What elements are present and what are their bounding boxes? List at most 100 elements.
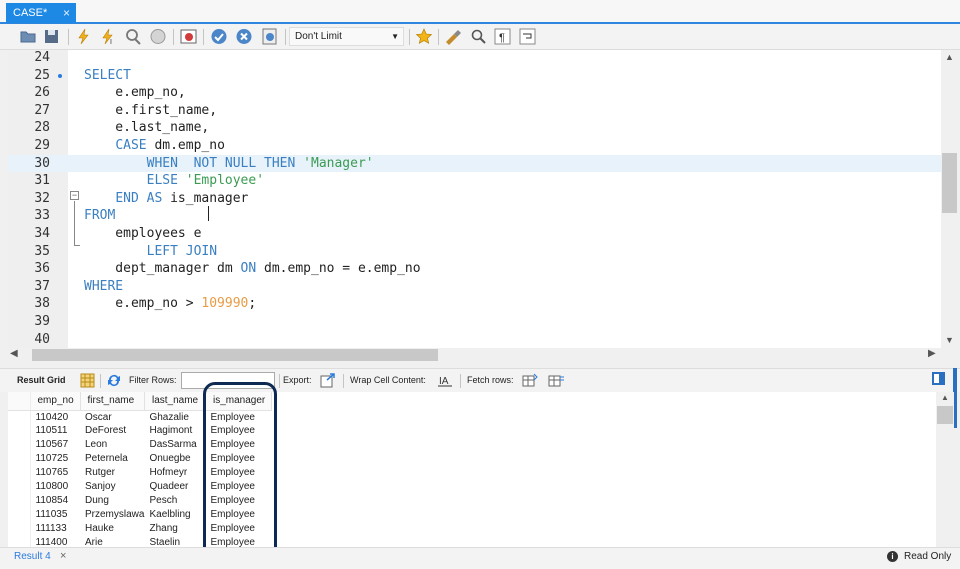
scroll-down-icon[interactable]: ▼ bbox=[945, 335, 954, 345]
side-panel-toggle-icon[interactable] bbox=[932, 372, 945, 385]
row-header[interactable] bbox=[8, 480, 31, 494]
table-cell[interactable]: 110765 bbox=[30, 466, 80, 480]
find-icon[interactable] bbox=[469, 28, 487, 45]
table-cell[interactable]: Onuegbe bbox=[144, 452, 205, 466]
code-line[interactable]: 30 WHEN NOT NULL THEN 'Manager' bbox=[8, 154, 941, 173]
code-line[interactable]: 31 ELSE 'Employee' bbox=[8, 172, 941, 190]
table-cell[interactable]: Dung bbox=[80, 494, 144, 508]
execute-current-icon[interactable]: I bbox=[99, 28, 117, 45]
code-line[interactable]: 38 e.emp_no > 109990; bbox=[8, 295, 941, 313]
scroll-left-icon[interactable]: ◀ bbox=[10, 348, 18, 359]
code-line[interactable]: 40 bbox=[8, 331, 941, 348]
fetch-next-icon[interactable] bbox=[522, 373, 538, 388]
row-header[interactable] bbox=[8, 521, 31, 536]
table-cell[interactable]: 110854 bbox=[30, 494, 80, 508]
column-header-emp-no[interactable]: emp_no bbox=[30, 392, 81, 411]
row-header[interactable] bbox=[8, 438, 31, 453]
result-grid[interactable]: emp_no first_name last_name is_manager 1104… bbox=[8, 392, 936, 547]
code-line[interactable]: 26 e.emp_no, bbox=[8, 84, 941, 102]
table-cell[interactable]: Kaelbling bbox=[144, 508, 205, 522]
table-cell[interactable]: Zhang bbox=[144, 522, 205, 536]
editor-vertical-scrollbar[interactable]: ▲ ▼ bbox=[941, 50, 958, 348]
table-cell[interactable]: Sanjoy bbox=[80, 480, 144, 494]
table-cell[interactable]: Leon bbox=[80, 438, 144, 452]
export-icon[interactable] bbox=[320, 373, 336, 388]
column-header-first-name[interactable]: first_name bbox=[80, 392, 145, 411]
tab-case[interactable]: CASE* × bbox=[6, 3, 76, 23]
table-cell[interactable]: Pesch bbox=[144, 494, 205, 508]
scroll-thumb[interactable] bbox=[937, 406, 953, 424]
save-icon[interactable] bbox=[43, 28, 61, 45]
table-cell[interactable]: 111035 bbox=[30, 508, 80, 522]
limit-rows-select[interactable]: Don't Limit ▼ bbox=[289, 27, 404, 46]
table-cell[interactable]: Hagimont bbox=[144, 424, 205, 438]
row-header[interactable] bbox=[8, 466, 31, 481]
scroll-up-icon[interactable]: ▲ bbox=[945, 52, 954, 62]
fetch-all-icon[interactable] bbox=[548, 373, 564, 388]
scroll-thumb[interactable] bbox=[32, 349, 438, 361]
toggle-output-icon[interactable] bbox=[180, 28, 198, 45]
code-line[interactable]: 24 bbox=[8, 50, 941, 67]
table-cell[interactable]: 110511 bbox=[30, 424, 80, 438]
beautify-brush-icon[interactable] bbox=[444, 28, 462, 45]
scroll-right-icon[interactable]: ▶ bbox=[928, 348, 936, 359]
wrap-lines-icon[interactable] bbox=[519, 28, 537, 45]
table-cell[interactable]: Przemyslawa bbox=[80, 508, 144, 522]
grid-vertical-scrollbar[interactable]: ▲ bbox=[936, 392, 954, 547]
table-cell[interactable]: 110420 bbox=[30, 410, 80, 424]
table-cell[interactable]: Rutger bbox=[80, 466, 144, 480]
code-line[interactable]: 32 END AS is_manager bbox=[8, 190, 941, 208]
invisible-chars-icon[interactable]: ¶ bbox=[494, 28, 512, 45]
bookmark-star-icon[interactable] bbox=[415, 28, 433, 45]
table-cell[interactable]: Hauke bbox=[80, 522, 144, 536]
sql-editor[interactable]: 24 25 SELECT 26 e.emp_no, 27 e.first_name, 28… bbox=[8, 50, 941, 348]
open-folder-icon[interactable] bbox=[19, 28, 37, 45]
table-cell[interactable]: Oscar bbox=[80, 410, 144, 424]
stop-icon[interactable] bbox=[149, 28, 167, 45]
code-line[interactable]: 27 e.first_name, bbox=[8, 102, 941, 120]
code-line[interactable]: 39 bbox=[8, 313, 941, 331]
table-cell[interactable]: 110567 bbox=[30, 438, 80, 452]
code-line[interactable]: 28 e.last_name, bbox=[8, 119, 941, 137]
table-cell[interactable]: 111133 bbox=[30, 522, 80, 536]
execute-lightning-icon[interactable] bbox=[75, 28, 93, 45]
fold-toggle-icon[interactable]: − bbox=[70, 191, 79, 200]
table-cell[interactable]: 110725 bbox=[30, 452, 80, 466]
row-header[interactable] bbox=[8, 493, 31, 508]
code-line[interactable]: 25 SELECT bbox=[8, 67, 941, 85]
table-cell[interactable]: 111400 bbox=[30, 536, 80, 547]
wrap-cell-icon[interactable]: IA bbox=[437, 373, 453, 388]
commit-check-icon[interactable] bbox=[210, 28, 228, 45]
code-line[interactable]: 35 LEFT JOIN bbox=[8, 243, 941, 261]
result-grid-label[interactable]: Result Grid bbox=[17, 375, 66, 385]
row-header[interactable] bbox=[8, 452, 31, 467]
table-cell[interactable]: Ghazalie bbox=[144, 410, 205, 424]
explain-magnifier-icon[interactable] bbox=[124, 28, 142, 45]
code-line[interactable]: 29 CASE dm.emp_no bbox=[8, 137, 941, 155]
result-tab-close-icon[interactable]: × bbox=[60, 550, 66, 562]
table-cell[interactable]: Staelin bbox=[144, 536, 205, 547]
table-cell[interactable]: Peternela bbox=[80, 452, 144, 466]
code-line[interactable]: 34 employees e bbox=[8, 225, 941, 243]
table-cell[interactable]: Arie bbox=[80, 536, 144, 547]
code-line[interactable]: 33 FROM bbox=[8, 207, 941, 225]
editor-horizontal-scrollbar[interactable]: ◀ ▶ bbox=[8, 348, 958, 362]
refresh-icon[interactable] bbox=[106, 373, 122, 388]
column-header-last-name[interactable]: last_name bbox=[144, 392, 206, 411]
row-header[interactable] bbox=[8, 535, 31, 547]
tab-close-icon[interactable]: × bbox=[63, 3, 70, 23]
row-header[interactable] bbox=[8, 507, 31, 522]
table-cell[interactable]: 110800 bbox=[30, 480, 80, 494]
autocommit-icon[interactable] bbox=[261, 28, 279, 45]
table-cell[interactable]: Hofmeyr bbox=[144, 466, 205, 480]
grid-icon[interactable] bbox=[80, 373, 96, 388]
scroll-thumb[interactable] bbox=[942, 153, 957, 213]
row-header[interactable] bbox=[8, 410, 31, 425]
table-cell[interactable]: Quadeer bbox=[144, 480, 205, 494]
scroll-up-icon[interactable]: ▲ bbox=[941, 393, 949, 402]
table-cell[interactable]: DasSarma bbox=[144, 438, 205, 452]
result-tab-label[interactable]: Result 4 bbox=[14, 551, 51, 562]
code-line[interactable]: 36 dept_manager dm ON dm.emp_no = e.emp_… bbox=[8, 260, 941, 278]
code-line[interactable]: 37 WHERE bbox=[8, 278, 941, 296]
table-cell[interactable]: DeForest bbox=[80, 424, 144, 438]
